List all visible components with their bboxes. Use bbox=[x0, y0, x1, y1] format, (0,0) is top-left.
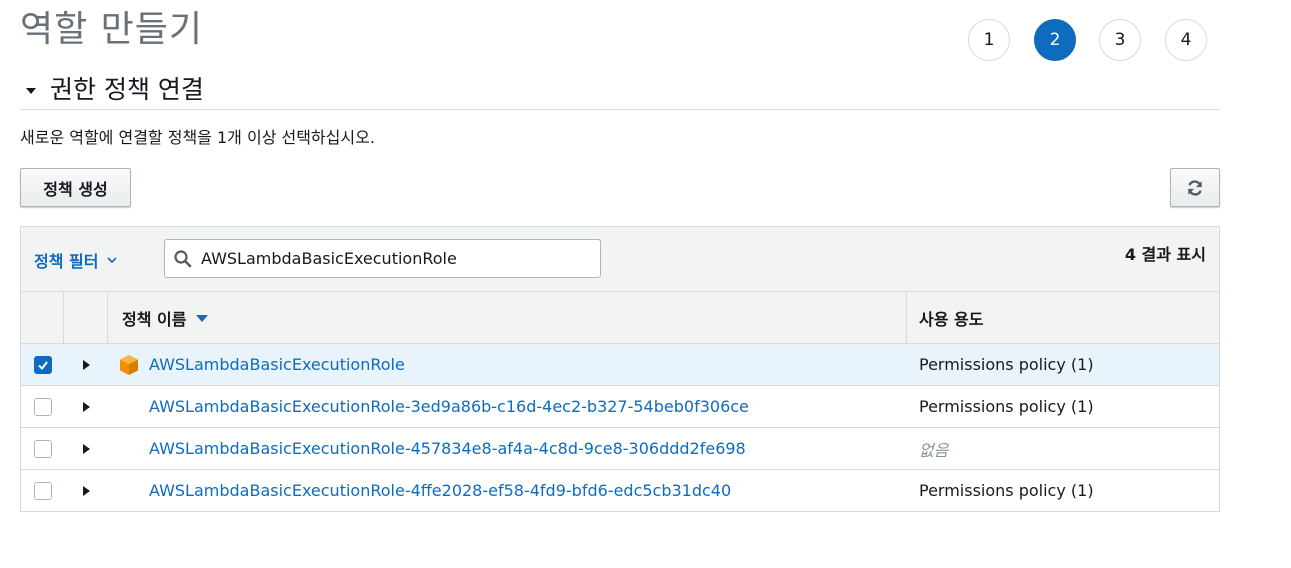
header-expand-cell bbox=[64, 292, 108, 343]
used-as-cell: Permissions policy (1) bbox=[919, 355, 1094, 374]
table-row[interactable]: AWSLambdaBasicExecutionRole-4ffe2028-ef5… bbox=[21, 470, 1219, 512]
refresh-button[interactable] bbox=[1170, 168, 1220, 207]
row-checkbox[interactable] bbox=[33, 397, 52, 416]
sort-desc-icon[interactable] bbox=[196, 315, 209, 322]
section-description: 새로운 역할에 연결할 정책을 1개 이상 선택하십시오. bbox=[20, 128, 375, 147]
table-row[interactable]: AWSLambdaBasicExecutionRole Permissions … bbox=[21, 344, 1219, 386]
collapse-caret-icon[interactable] bbox=[26, 87, 36, 94]
search-input[interactable] bbox=[199, 248, 593, 269]
search-box[interactable] bbox=[164, 239, 601, 278]
result-count: 4 결과 표시 bbox=[1124, 245, 1206, 264]
header-used-as[interactable]: 사용 용도 bbox=[907, 292, 1219, 343]
table-header: 정책 이름 사용 용도 bbox=[21, 292, 1219, 344]
step-4[interactable]: 4 bbox=[1165, 19, 1207, 61]
search-icon bbox=[173, 249, 193, 269]
table-row[interactable]: AWSLambdaBasicExecutionRole-457834e8-af4… bbox=[21, 428, 1219, 470]
aws-managed-policy-icon bbox=[118, 354, 140, 376]
create-policy-button[interactable]: 정책 생성 bbox=[20, 168, 131, 207]
chevron-down-icon bbox=[106, 254, 118, 266]
filter-bar: 정책 필터 4 결과 표시 bbox=[21, 227, 1219, 292]
checkmark-icon bbox=[37, 360, 48, 370]
used-as-cell: Permissions policy (1) bbox=[919, 481, 1094, 500]
policy-name-link[interactable]: AWSLambdaBasicExecutionRole-4ffe2028-ef5… bbox=[149, 481, 731, 500]
create-role-page: 역할 만들기 1 2 3 4 권한 정책 연결 새로운 역할에 연결할 정책을 … bbox=[0, 0, 1291, 568]
wizard-steps: 1 2 3 4 bbox=[0, 19, 1291, 63]
refresh-icon bbox=[1188, 179, 1202, 196]
header-policy-name[interactable]: 정책 이름 bbox=[108, 292, 907, 343]
policy-table: 정책 필터 4 결과 표시 정책 이름 bbox=[20, 226, 1220, 512]
step-2[interactable]: 2 bbox=[1034, 19, 1076, 61]
section-title: 권한 정책 연결 bbox=[50, 74, 204, 104]
policy-name-column-label: 정책 이름 bbox=[122, 309, 187, 329]
step-3[interactable]: 3 bbox=[1099, 19, 1141, 61]
expand-row-icon[interactable] bbox=[82, 443, 90, 454]
used-as-cell: 없음 bbox=[919, 440, 949, 460]
policy-filter-label: 정책 필터 bbox=[34, 252, 99, 271]
step-1[interactable]: 1 bbox=[968, 19, 1010, 61]
expand-row-icon[interactable] bbox=[82, 485, 90, 496]
header-select-cell bbox=[21, 292, 64, 343]
expand-row-icon[interactable] bbox=[82, 359, 90, 370]
used-as-column-label: 사용 용도 bbox=[919, 309, 984, 329]
row-checkbox[interactable] bbox=[33, 481, 52, 500]
policy-name-link[interactable]: AWSLambdaBasicExecutionRole-457834e8-af4… bbox=[149, 439, 746, 458]
policy-filter-dropdown[interactable]: 정책 필터 bbox=[34, 248, 118, 272]
expand-row-icon[interactable] bbox=[82, 401, 90, 412]
row-checkbox[interactable] bbox=[33, 355, 52, 374]
section-header[interactable]: 권한 정책 연결 bbox=[20, 70, 1220, 110]
policy-name-link[interactable]: AWSLambdaBasicExecutionRole-3ed9a86b-c16… bbox=[149, 397, 749, 416]
row-checkbox[interactable] bbox=[33, 439, 52, 458]
policy-name-link[interactable]: AWSLambdaBasicExecutionRole bbox=[149, 355, 405, 374]
used-as-cell: Permissions policy (1) bbox=[919, 397, 1094, 416]
table-row[interactable]: AWSLambdaBasicExecutionRole-3ed9a86b-c16… bbox=[21, 386, 1219, 428]
